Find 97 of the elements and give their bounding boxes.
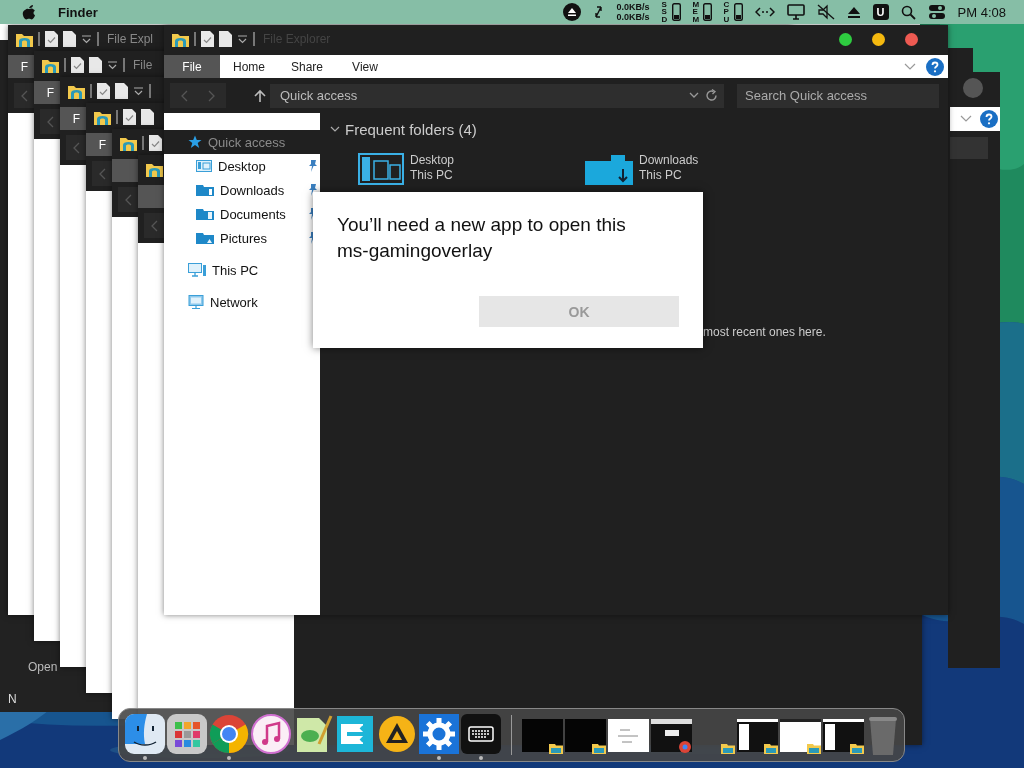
window-thumbnail[interactable]	[737, 716, 778, 754]
meter-label: MEM	[692, 0, 701, 24]
meter-label: SSD	[661, 0, 669, 24]
eject-icon[interactable]	[562, 3, 581, 21]
meter-bar-icon	[671, 3, 681, 21]
truncated-tab[interactable]: F	[34, 81, 60, 104]
arrows-icon[interactable]	[592, 5, 605, 19]
refresh-icon[interactable]	[705, 89, 718, 102]
truncated-tab[interactable]: F	[60, 107, 86, 130]
mute-icon[interactable]	[816, 4, 835, 20]
clock[interactable]: PM 4:08	[957, 4, 1006, 20]
search-field[interactable]: Search Quick access	[737, 83, 939, 108]
ribbon-tab[interactable]: Home	[220, 55, 278, 78]
window-thumbnail[interactable]	[823, 716, 864, 754]
pictures-folder-icon	[196, 232, 214, 244]
folder-name[interactable]: Downloads	[639, 153, 699, 168]
caret-icon[interactable]	[81, 34, 92, 44]
browser-icon[interactable]	[209, 714, 249, 754]
eject-icon[interactable]	[846, 5, 861, 19]
folder-icon[interactable]	[68, 83, 85, 99]
ribbon-tab[interactable]: View	[336, 55, 394, 78]
document-check-icon[interactable]	[201, 31, 214, 47]
music-icon[interactable]	[251, 714, 291, 754]
meter-bar-icon	[733, 3, 743, 21]
folder-icon[interactable]	[16, 31, 33, 47]
dialog-message: You’ll need a new app to open this ms-gamingoverlay	[337, 213, 627, 263]
download-speed: 0.0KB/s	[616, 12, 650, 22]
chevron-down-icon[interactable]	[330, 126, 340, 133]
folder-icon[interactable]	[146, 161, 163, 177]
launchpad-icon[interactable]	[167, 714, 207, 754]
maximize-button[interactable]	[839, 32, 852, 46]
caret-icon[interactable]	[237, 34, 248, 44]
document-check-icon[interactable]	[149, 135, 162, 151]
search-icon[interactable]	[900, 4, 916, 20]
close-button[interactable]	[905, 32, 918, 46]
folder-icon[interactable]	[94, 109, 111, 125]
section-header[interactable]: Frequent folders (4)	[345, 121, 477, 138]
document-check-icon[interactable]	[71, 57, 84, 73]
triangle-app-icon[interactable]	[377, 714, 417, 754]
app-name-menu[interactable]: Finder	[58, 4, 98, 20]
window-thumbnail[interactable]	[651, 716, 692, 754]
document-icon[interactable]	[89, 57, 102, 73]
ribbon-tab[interactable]: File	[164, 55, 220, 78]
network-icon	[188, 295, 204, 309]
keyboard-icon[interactable]	[461, 714, 501, 754]
caret-icon[interactable]	[107, 60, 118, 70]
minimize-button[interactable]	[872, 32, 885, 46]
meter-bar-icon	[702, 3, 712, 21]
folder-location: This PC	[410, 168, 454, 183]
sidebar-item[interactable]: Desktop	[164, 154, 320, 178]
code-icon[interactable]	[754, 6, 775, 18]
open-label[interactable]: Open	[28, 660, 58, 674]
sidebar-item[interactable]: Downloads	[164, 178, 320, 202]
document-icon[interactable]	[115, 83, 128, 99]
downloads-folder-icon[interactable]	[585, 153, 633, 185]
window-title: File	[133, 58, 153, 72]
upload-speed: 0.0KB/s	[616, 2, 650, 12]
star-icon	[188, 135, 202, 149]
settings-icon[interactable]	[419, 714, 459, 754]
window-thumbnail[interactable]	[522, 716, 563, 754]
document-icon[interactable]	[219, 31, 232, 47]
folder-name[interactable]: Desktop	[410, 153, 455, 168]
apple-logo-icon[interactable]	[22, 4, 36, 20]
downloads-folder-icon	[196, 184, 214, 196]
label-text: N	[8, 692, 17, 706]
arrow-app-icon[interactable]	[335, 714, 375, 754]
window-thumbnail[interactable]	[780, 716, 821, 754]
truncated-tab[interactable]: F	[8, 55, 34, 78]
document-check-icon[interactable]	[97, 83, 110, 99]
window-title: File Expl	[107, 32, 153, 46]
document-check-icon[interactable]	[123, 109, 136, 125]
truncated-tab[interactable]: F	[86, 133, 112, 156]
desktop-folder-icon[interactable]	[358, 153, 404, 185]
documents-folder-icon	[196, 208, 214, 220]
desktop-folder-icon	[196, 160, 212, 172]
window-thumbnail[interactable]	[565, 716, 606, 754]
ribbon-tab[interactable]: Share	[278, 55, 336, 78]
address-bar[interactable]: Quick access	[270, 83, 724, 108]
control-center-icon[interactable]	[927, 4, 946, 20]
document-check-icon[interactable]	[45, 31, 58, 47]
display-icon[interactable]	[786, 4, 805, 20]
document-icon[interactable]	[141, 109, 154, 125]
caret-icon[interactable]	[133, 86, 144, 96]
up-arrow-icon[interactable]	[254, 88, 266, 103]
sidebar-item[interactable]: Quick access	[164, 130, 320, 154]
computer-icon	[188, 263, 206, 277]
chevron-down-icon[interactable]	[689, 92, 699, 99]
document-icon[interactable]	[63, 31, 76, 47]
empty-recent-message: most recent ones here.	[703, 325, 827, 339]
finder-icon[interactable]	[125, 714, 165, 754]
folder-icon[interactable]	[172, 31, 189, 47]
folder-location: This PC	[639, 168, 683, 183]
window-thumbnail[interactable]	[608, 716, 649, 754]
folder-icon[interactable]	[120, 135, 137, 151]
u-badge[interactable]: U	[872, 4, 889, 20]
folder-icon[interactable]	[42, 57, 59, 73]
meter-label: CPU	[723, 0, 731, 24]
